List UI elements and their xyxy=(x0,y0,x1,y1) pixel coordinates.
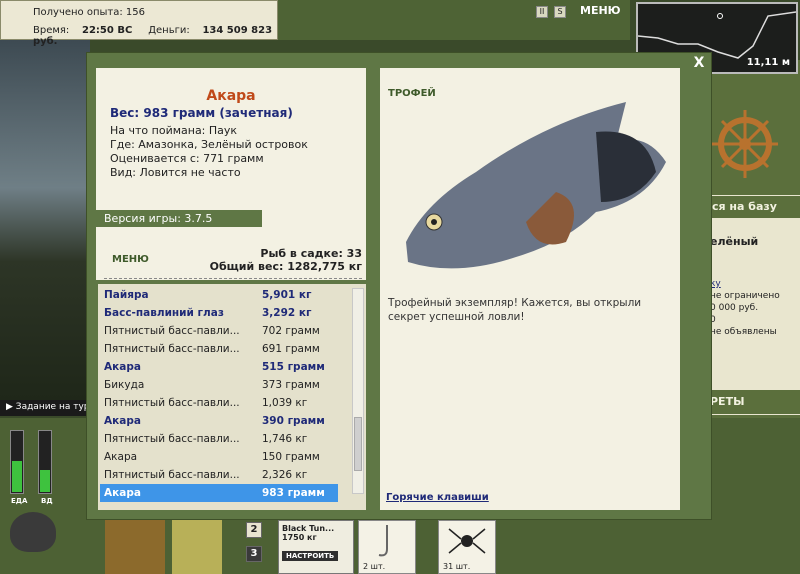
caught-on: На что поймана: Паук xyxy=(110,124,238,137)
hook-count: 2 шт. xyxy=(363,562,386,571)
configure-button[interactable]: НАСТРОИТЬ xyxy=(282,551,339,561)
catch-fish-weight: 150 грамм xyxy=(262,451,320,463)
valued-from: Оценивается с: 771 грамм xyxy=(110,152,264,165)
location-title: елёный xyxy=(710,235,759,248)
bait-slot[interactable]: 31 шт. xyxy=(438,520,496,574)
catch-fish-name: Пятнистый басс-павли... xyxy=(104,325,240,337)
time-value: 22:50 ВС xyxy=(82,25,133,36)
water-meter xyxy=(38,430,52,494)
game-version: Версия игры: 3.7.5 xyxy=(96,210,262,227)
hook-icon xyxy=(378,525,388,557)
secrets-button[interactable]: РЕТЫ xyxy=(700,390,800,414)
catch-fish-weight: 1,746 кг xyxy=(262,433,308,445)
catch-fish-weight: 5,901 кг xyxy=(262,289,312,301)
bait-basket-icon[interactable] xyxy=(105,520,165,574)
tackle-weight: 1750 кг xyxy=(282,533,317,542)
trophy-description: Трофейный экземпляр! Кажется, вы открыли… xyxy=(388,297,642,323)
catch-fish-weight: 515 грамм xyxy=(262,361,325,373)
hotkeys-link[interactable]: Горячие клавиши xyxy=(386,492,489,503)
catch-fish-name: Пайяра xyxy=(104,289,149,301)
catch-list-row[interactable]: Бикуда 373 грамм xyxy=(100,376,338,394)
catch-fish-name: Пятнистый басс-павли... xyxy=(104,397,240,409)
catch-list-row[interactable]: Пятнистый басс-павли... 2,326 кг xyxy=(100,466,338,484)
dialog-menu-button[interactable]: МЕНЮ xyxy=(112,254,149,265)
divider xyxy=(104,278,362,279)
location-info-panel: елёный ку не ограничено 0 000 руб. 0 не … xyxy=(710,195,800,415)
catch-fish-name: Акара xyxy=(104,361,141,373)
spider-icon xyxy=(448,528,486,554)
tackle-name: Black Tun... xyxy=(282,524,335,533)
exp-label: Получено опыта: 156 xyxy=(33,7,145,18)
catch-fish-weight: 702 грамм xyxy=(262,325,320,337)
spider-count: 31 шт. xyxy=(443,562,471,571)
catch-list-row[interactable]: Акара 390 грамм xyxy=(100,412,338,430)
catch-list-row[interactable]: Акара 983 грамм xyxy=(100,484,338,502)
time-money-row: Время: 22:50 ВС Деньги: 134 509 823 руб. xyxy=(33,25,277,47)
catch-fish-weight: 373 грамм xyxy=(262,379,320,391)
slot-2-button[interactable]: 2 xyxy=(246,522,262,538)
sound-icon[interactable]: S xyxy=(554,6,566,18)
food-level-fill xyxy=(12,461,22,492)
keepnet-count: Рыб в садке: 33 xyxy=(260,247,362,260)
task-bar[interactable]: ▶ Задание на тур xyxy=(0,400,88,416)
catch-fish-name: Пятнистый басс-павли... xyxy=(104,433,240,445)
catch-list-row[interactable]: Пятнистый басс-павли... 1,039 кг xyxy=(100,394,338,412)
hook-slot[interactable]: 2 шт. xyxy=(358,520,416,574)
catch-fish-name: Акара xyxy=(104,451,138,463)
close-button[interactable]: X xyxy=(692,56,706,70)
catch-fish-weight: 2,326 кг xyxy=(262,469,308,481)
catch-fish-weight: 691 грамм xyxy=(262,343,320,355)
limit-text: не ограничено xyxy=(710,291,780,301)
bucket-icon[interactable] xyxy=(172,520,222,574)
catch-list-row[interactable]: Пайяра 5,901 кг xyxy=(100,286,338,304)
catch-fish-name: Басс-павлиний глаз xyxy=(104,307,224,319)
go-to-base-button[interactable]: ся на базу xyxy=(700,196,800,218)
time-label: Время: xyxy=(33,25,70,36)
price-text: 0 000 руб. xyxy=(710,303,759,313)
pause-icon[interactable]: II xyxy=(536,6,548,18)
water-level-fill xyxy=(40,470,50,492)
water-label: ВД xyxy=(41,497,53,505)
catch-list[interactable]: Пайяра 5,901 кг Басс-павлиний глаз 3,292 кг… xyxy=(100,286,340,502)
fish-weight: Вес: 983 грамм (зачетная) xyxy=(110,106,293,120)
catch-list-row[interactable]: Акара 515 грамм xyxy=(100,358,338,376)
lake-background xyxy=(0,40,90,410)
cooking-pot-icon[interactable] xyxy=(10,512,56,552)
player-stats: Получено опыта: 156 Время: 22:50 ВС День… xyxy=(0,0,278,47)
scrollbar-thumb[interactable] xyxy=(354,417,362,471)
catch-list-row[interactable]: Пятнистый басс-павли... 1,746 кг xyxy=(100,430,338,448)
fish-name: Акара xyxy=(206,88,256,104)
announce-text: не объявлены xyxy=(710,327,777,337)
catch-fish-weight: 3,292 кг xyxy=(262,307,312,319)
catch-list-row[interactable]: Басс-павлиний глаз 3,292 кг xyxy=(100,304,338,322)
food-meter xyxy=(10,430,24,494)
catch-fish-name: Пятнистый басс-павли... xyxy=(104,469,240,481)
fish-image xyxy=(396,92,676,282)
catch-list-row[interactable]: Акара 150 грамм xyxy=(100,448,338,466)
task-label: Задание на тур xyxy=(15,402,88,412)
tackle-card[interactable]: Black Tun... 1750 кг НАСТРОИТЬ xyxy=(278,520,354,574)
catch-list-row[interactable]: Пятнистый басс-павли... 691 грамм xyxy=(100,340,338,358)
catch-fish-weight: 1,039 кг xyxy=(262,397,308,409)
keepnet-weight: Общий вес: 1282,775 кг xyxy=(209,260,362,273)
catch-fish-name: Акара xyxy=(104,415,141,427)
catch-fish-weight: 390 грамм xyxy=(262,415,325,427)
food-label: ЕДА xyxy=(11,497,28,505)
catch-fish-name: Пятнистый басс-павли... xyxy=(104,343,240,355)
money-label: Деньги: xyxy=(148,25,190,36)
depth-value: 11,11 м xyxy=(746,57,790,68)
float-marker-icon xyxy=(717,13,723,19)
species-note: Вид: Ловится не часто xyxy=(110,166,241,179)
top-menu-button[interactable]: МЕНЮ xyxy=(580,4,621,17)
location: Где: Амазонка, Зелёный островок xyxy=(110,138,308,151)
slot-3-button[interactable]: 3 xyxy=(246,546,262,562)
catch-fish-name: Бикуда xyxy=(104,379,145,391)
catch-list-scrollbar[interactable] xyxy=(352,288,364,494)
catch-fish-name: Акара xyxy=(104,487,141,499)
catch-fish-weight: 983 грамм xyxy=(262,487,325,499)
ship-wheel-icon[interactable] xyxy=(712,104,778,184)
catch-list-row[interactable]: Пятнистый басс-павли... 702 грамм xyxy=(100,322,338,340)
